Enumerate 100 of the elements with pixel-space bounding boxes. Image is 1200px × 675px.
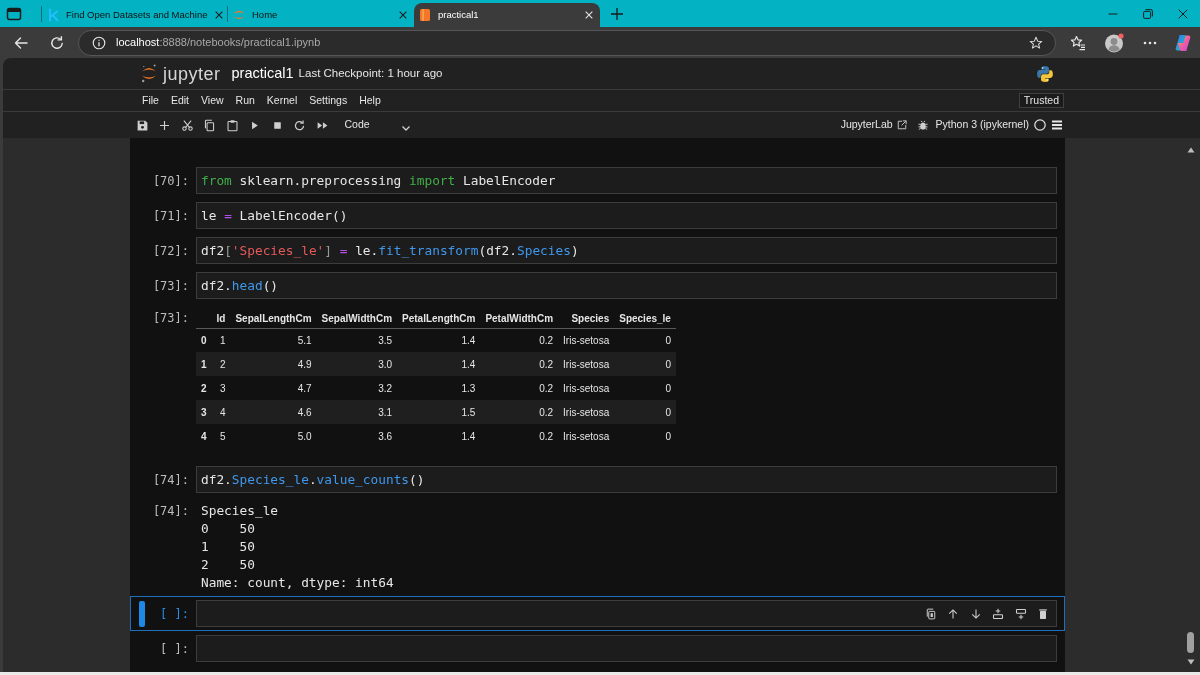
row-index: 0 bbox=[196, 328, 212, 352]
table-cell: 3.6 bbox=[316, 424, 398, 448]
code-editor[interactable]: df2.head() bbox=[196, 272, 1057, 299]
insert-below-icon[interactable] bbox=[1014, 607, 1027, 620]
browser-window-icon[interactable] bbox=[6, 5, 22, 22]
table-cell: Iris-setosa bbox=[558, 400, 615, 424]
clipboard-icon[interactable] bbox=[225, 118, 239, 132]
cell-selection-bar[interactable] bbox=[139, 600, 145, 627]
browser-tab[interactable]: Find Open Datasets and Machine bbox=[42, 3, 227, 27]
menu-item[interactable]: File bbox=[136, 90, 165, 111]
close-tab-icon[interactable] bbox=[398, 10, 408, 20]
column-header: PetalWidthCm bbox=[480, 309, 559, 328]
trash-icon[interactable] bbox=[1037, 607, 1049, 620]
scissors-icon[interactable] bbox=[180, 118, 194, 132]
table-cell: 1.4 bbox=[397, 328, 481, 352]
book-icon bbox=[418, 8, 432, 22]
code-editor[interactable]: df2.Species_le.value_counts() bbox=[196, 466, 1057, 493]
table-cell: 0.2 bbox=[480, 400, 559, 424]
table-cell: 0.2 bbox=[480, 328, 559, 352]
table-cell: 0 bbox=[614, 424, 676, 448]
back-arrow-icon[interactable] bbox=[13, 34, 29, 51]
table-cell: 0 bbox=[614, 352, 676, 376]
table-cell: Iris-setosa bbox=[558, 352, 615, 376]
column-header: PetalLengthCm bbox=[397, 309, 481, 328]
input-prompt: [ ]: bbox=[160, 640, 190, 658]
copy-icon[interactable] bbox=[203, 118, 217, 132]
scroll-up-arrow-icon[interactable] bbox=[1186, 147, 1195, 153]
star-icon[interactable] bbox=[1029, 35, 1043, 50]
table-cell: 5.0 bbox=[230, 424, 317, 448]
cell-type-dropdown[interactable]: Code bbox=[336, 115, 415, 135]
output-line: 0 50 bbox=[201, 520, 256, 538]
arcs-logo-icon bbox=[232, 8, 246, 22]
menu-item[interactable]: Edit bbox=[164, 90, 195, 111]
close-window-icon[interactable] bbox=[1178, 8, 1188, 19]
code-editor[interactable]: le = LabelEncoder() bbox=[196, 202, 1057, 229]
new-tab-icon[interactable] bbox=[610, 6, 624, 21]
table-cell: 3.5 bbox=[316, 328, 398, 352]
table-cell: 4.7 bbox=[230, 376, 317, 400]
profile-avatar-icon[interactable] bbox=[1104, 32, 1124, 53]
menu-icon[interactable] bbox=[1051, 119, 1063, 131]
bug-icon[interactable] bbox=[916, 119, 929, 131]
output-line: 2 50 bbox=[201, 556, 256, 574]
copy-icon[interactable] bbox=[924, 607, 937, 620]
kernel-name-button[interactable]: Python 3 (ipykernel) bbox=[935, 117, 1029, 133]
menu-item[interactable]: Settings bbox=[303, 90, 354, 111]
table-cell: 3.1 bbox=[316, 400, 398, 424]
table-cell: 3.0 bbox=[316, 352, 398, 376]
table-cell: 0.2 bbox=[480, 376, 559, 400]
table-cell: 0.2 bbox=[480, 424, 559, 448]
jupyterlab-link[interactable]: JupyterLab bbox=[840, 117, 907, 133]
row-index: 2 bbox=[196, 376, 212, 400]
output-prompt: [74]: bbox=[152, 503, 189, 520]
menu-item[interactable]: View bbox=[195, 90, 230, 111]
output-prompt: [73]: bbox=[152, 310, 189, 327]
table-cell: 5.1 bbox=[230, 328, 317, 352]
row-index: 4 bbox=[196, 424, 212, 448]
arrow-down-icon[interactable] bbox=[969, 607, 982, 620]
table-cell: 0.2 bbox=[480, 352, 559, 376]
restore-icon[interactable] bbox=[1143, 8, 1153, 19]
circular-arrow-icon[interactable] bbox=[293, 118, 307, 132]
column-header: Species bbox=[558, 309, 615, 328]
input-prompt: [73]: bbox=[152, 277, 190, 295]
k-logo-icon bbox=[46, 8, 60, 22]
column-header: Species_le bbox=[614, 309, 676, 328]
address-bar[interactable]: localhost:8888/notebooks/practical1.ipynb bbox=[78, 29, 1056, 56]
save-icon[interactable] bbox=[135, 118, 149, 132]
code-editor[interactable]: df2['Species_le'] = le.fit_transform(df2.Species) bbox=[196, 237, 1057, 264]
input-prompt: [74]: bbox=[152, 471, 190, 489]
trusted-indicator[interactable]: Trusted bbox=[1018, 93, 1064, 108]
column-header: SepalWidthCm bbox=[316, 309, 398, 328]
column-header: Id bbox=[211, 309, 231, 328]
arrow-up-icon[interactable] bbox=[947, 607, 959, 620]
menu-item[interactable]: Kernel bbox=[260, 90, 304, 111]
menu-item[interactable]: Help bbox=[353, 90, 387, 111]
checkpoint-status: Last Checkpoint: 1 hour ago bbox=[298, 65, 443, 81]
input-prompt: [71]: bbox=[152, 207, 190, 225]
input-prompt: [ ]: bbox=[160, 605, 190, 623]
external-link-icon bbox=[896, 120, 907, 130]
code-editor[interactable]: from sklearn.preprocessing import LabelEncoder bbox=[196, 167, 1057, 194]
browser-tab[interactable]: practical1 bbox=[414, 3, 600, 27]
app-logo-icon[interactable] bbox=[1174, 33, 1192, 52]
info-icon[interactable] bbox=[92, 35, 106, 50]
browser-tab[interactable]: Home bbox=[228, 3, 414, 27]
plus-icon[interactable] bbox=[158, 118, 172, 132]
table-cell: Iris-setosa bbox=[558, 424, 615, 448]
notebook-title[interactable]: practical1 bbox=[231, 62, 294, 85]
table-cell: 0 bbox=[614, 328, 676, 352]
arcs-logo-icon[interactable] bbox=[141, 64, 157, 83]
table-cell: 0 bbox=[614, 376, 676, 400]
star-list-icon[interactable] bbox=[1070, 34, 1086, 51]
refresh-icon[interactable] bbox=[49, 34, 65, 51]
input-prompt: [70]: bbox=[152, 172, 190, 190]
scrollbar-thumb[interactable] bbox=[1187, 632, 1194, 653]
close-tab-icon[interactable] bbox=[213, 10, 224, 20]
table-cell: Iris-setosa bbox=[558, 376, 615, 400]
insert-above-icon[interactable] bbox=[992, 607, 1004, 620]
menu-item[interactable]: Run bbox=[229, 90, 261, 111]
scroll-down-arrow-icon[interactable] bbox=[1186, 659, 1195, 665]
output-line: Species_le bbox=[201, 502, 280, 520]
output-line: 1 50 bbox=[201, 538, 256, 556]
